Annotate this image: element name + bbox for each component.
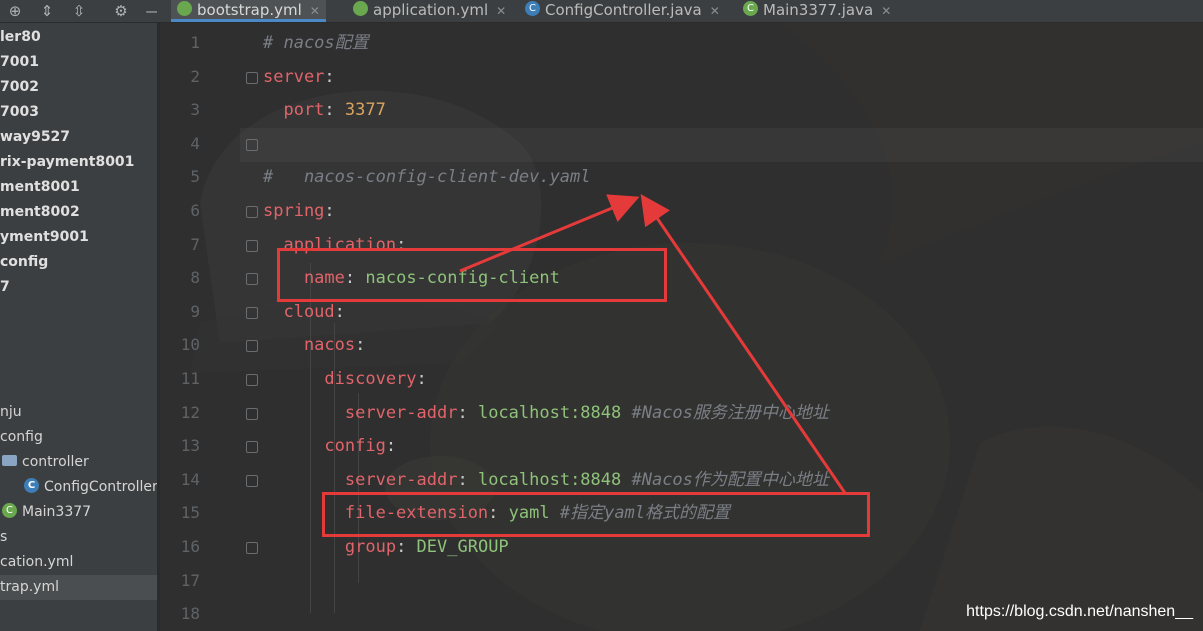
watermark: https://blog.csdn.net/nanshen__: [966, 603, 1193, 620]
tree-item-label: 7: [0, 279, 10, 295]
annotation-arrow-extension: [640, 194, 847, 494]
tree-item-label: 7001: [0, 54, 39, 70]
tree-item[interactable]: ment8001: [0, 175, 80, 200]
tree-item-label: ment8001: [0, 179, 80, 195]
tab-label: ConfigController.java: [545, 1, 702, 19]
tree-item-label: s: [0, 529, 8, 545]
tree-item-label: config: [0, 254, 49, 270]
tab-main3377-java[interactable]: C Main3377.java ✕: [737, 0, 897, 22]
tree-item[interactable]: rix-payment8001: [0, 150, 134, 175]
code-editor[interactable]: 1 2 3 4 5 6 7 8 9 10 11 12 13 14 15 16 17 18 # nacos配置 ser…: [160, 23, 1203, 631]
tree-item[interactable]: 7001: [0, 50, 39, 75]
java-class-icon: C: [525, 1, 540, 16]
settings-icon[interactable]: ⚙: [111, 1, 131, 21]
collapse-all-icon[interactable]: ⇳: [69, 1, 89, 21]
locate-icon[interactable]: ⊕: [5, 1, 25, 21]
project-tree-panel: ⊕ ⇕ ⇳ ⚙ — ler80 7001 7002 7003 way9527 rix-pa…: [0, 0, 157, 631]
folder-icon: [2, 454, 17, 466]
yaml-file-icon: [353, 1, 368, 16]
tree-item-label: 7002: [0, 79, 39, 95]
tree-item-label: ConfigController: [44, 479, 157, 495]
project-toolbar: ⊕ ⇕ ⇳ ⚙ —: [0, 0, 157, 23]
tree-item[interactable]: trap.yml: [0, 575, 157, 600]
annotation-arrows: [459, 194, 847, 494]
tree-item[interactable]: nju: [0, 400, 22, 425]
tab-label: application.yml: [373, 1, 489, 19]
editor-tab-bar: bootstrap.yml ✕ application.yml ✕ C ConfigCon…: [157, 0, 1203, 23]
expand-all-icon[interactable]: ⇕: [37, 1, 57, 21]
tree-item-label: 7003: [0, 104, 39, 120]
tree-item[interactable]: cation.yml: [0, 550, 73, 575]
tree-item[interactable]: s: [0, 525, 7, 550]
tree-item-label: nju: [0, 404, 22, 420]
tab-application-yml[interactable]: application.yml ✕: [347, 0, 512, 22]
tree-item-label: ment8002: [0, 204, 80, 220]
tab-label: bootstrap.yml: [197, 1, 302, 19]
spring-boot-class-icon: C: [2, 502, 17, 518]
annotation-arrow-name: [459, 194, 640, 273]
tree-item[interactable]: controller: [0, 450, 89, 475]
tab-bootstrap-yml[interactable]: bootstrap.yml ✕: [171, 0, 326, 22]
close-icon[interactable]: ✕: [710, 4, 720, 18]
tree-item[interactable]: ler80: [0, 25, 41, 50]
yaml-file-icon: [177, 1, 192, 16]
tree-item-label: cation.yml: [0, 554, 74, 570]
tree-item-label: trap.yml: [0, 579, 59, 595]
tree-item[interactable]: yment9001: [0, 225, 89, 250]
tree-item[interactable]: 7003: [0, 100, 39, 125]
close-icon[interactable]: ✕: [310, 4, 320, 18]
tree-item-label: yment9001: [0, 229, 89, 245]
spring-boot-class-icon: C: [743, 1, 758, 16]
tree-item-label: Main3377: [22, 504, 92, 520]
tree-item[interactable]: ment8002: [0, 200, 80, 225]
tree-item-label: rix-payment8001: [0, 154, 135, 170]
close-icon[interactable]: ✕: [496, 4, 506, 18]
tree-item[interactable]: C ConfigController: [0, 475, 157, 500]
tree-item-label: way9527: [0, 129, 71, 145]
tree-item[interactable]: way9527: [0, 125, 70, 150]
tree-item[interactable]: config: [0, 425, 43, 450]
hide-icon[interactable]: —: [143, 1, 158, 21]
tree-item-label: ler80: [0, 29, 41, 45]
tree-item[interactable]: 7: [0, 275, 10, 300]
tab-label: Main3377.java: [763, 1, 874, 19]
tab-configcontroller-java[interactable]: C ConfigController.java ✕: [519, 0, 726, 22]
tree-item-label: controller: [22, 454, 89, 470]
tree-item[interactable]: 7002: [0, 75, 39, 100]
java-class-icon: C: [24, 477, 39, 493]
tree-item-label: config: [0, 429, 43, 445]
tree-item[interactable]: config: [0, 250, 48, 275]
close-icon[interactable]: ✕: [881, 4, 891, 18]
tree-item[interactable]: C Main3377: [0, 500, 91, 525]
